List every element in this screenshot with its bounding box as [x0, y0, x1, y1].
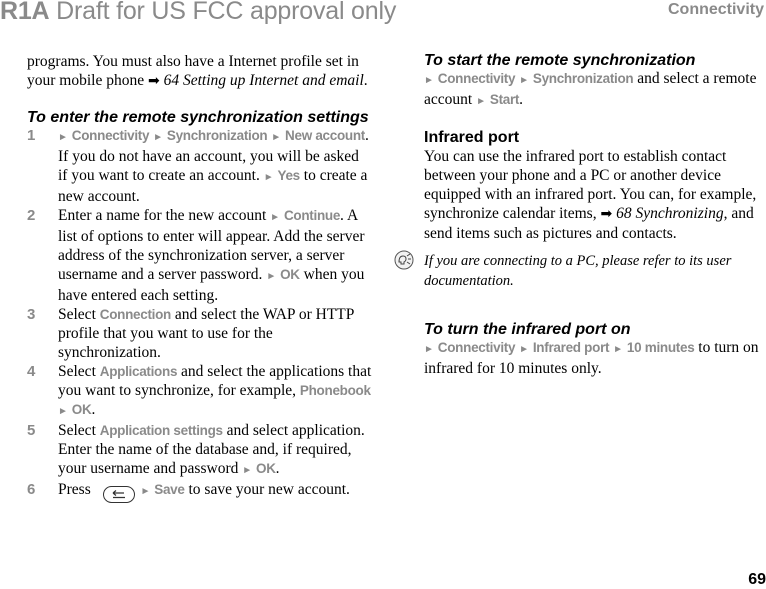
action-label[interactable]: Save — [154, 482, 185, 497]
punctuation: . — [91, 401, 96, 418]
triangle-icon: ► — [476, 96, 486, 107]
triangle-icon: ► — [519, 75, 529, 86]
left-column: programs. You must also have a Internet … — [27, 52, 372, 503]
section-heading-turn-on-infrared: To turn the infrared port on — [424, 321, 631, 338]
punctuation: . — [275, 460, 280, 477]
back-key-icon[interactable] — [102, 486, 135, 503]
triangle-icon: ► — [242, 465, 253, 476]
page-number: 69 — [748, 571, 766, 588]
step-number: 4 — [27, 363, 36, 380]
step-6: 6 Press ► Save to save your new account. — [27, 480, 372, 503]
triangle-icon: ► — [270, 212, 281, 223]
lightbulb-tip-icon — [394, 250, 414, 270]
triangle-icon: ► — [519, 344, 529, 355]
action-label[interactable]: OK — [280, 267, 300, 282]
step-text: Enter a name for the new account — [58, 207, 267, 224]
step-text: Select — [58, 363, 100, 380]
step-text: Press — [58, 481, 91, 498]
cross-reference-link[interactable]: 64 Setting up Internet and email — [164, 72, 364, 89]
steps-list: 1 ► Connectivity ► Synchronization ► New… — [27, 126, 372, 503]
step-4: 4 Select Applications and select the app… — [27, 362, 372, 421]
punctuation: . — [519, 91, 523, 108]
step-number: 1 — [27, 127, 36, 144]
triangle-icon: ► — [58, 132, 68, 143]
menu-item[interactable]: Synchronization — [167, 128, 268, 143]
step-number: 6 — [27, 481, 36, 498]
triangle-icon: ► — [140, 486, 151, 497]
action-label[interactable]: OK — [72, 402, 92, 417]
menu-item[interactable]: Connectivity — [438, 340, 516, 355]
step-number: 2 — [27, 207, 36, 224]
action-label[interactable]: Continue — [284, 208, 340, 223]
step-5: 5 Select Application settings and select… — [27, 421, 372, 480]
triangle-icon: ► — [153, 132, 163, 143]
tip-note: If you are connecting to a PC, please re… — [394, 250, 766, 291]
menu-item[interactable]: Application settings — [100, 423, 223, 438]
triangle-icon: ► — [266, 271, 277, 282]
triangle-icon: ► — [613, 344, 623, 355]
action-label[interactable]: Yes — [278, 168, 301, 183]
triangle-icon: ► — [424, 75, 434, 86]
triangle-icon: ► — [424, 344, 434, 355]
action-label[interactable]: OK — [256, 461, 276, 476]
draft-notice: R1A Draft for US FCC approval only — [0, 0, 396, 26]
step-number: 5 — [27, 422, 36, 439]
section-title: Connectivity — [667, 1, 764, 18]
start-sync-paragraph: ► Connectivity ► Synchronization and sel… — [424, 69, 766, 111]
step-2: 2 Enter a name for the new account ► Con… — [27, 206, 372, 305]
step-text: Select — [58, 306, 100, 323]
triangle-icon: ► — [58, 406, 68, 417]
cross-reference-link[interactable]: 68 Synchronizing — [616, 205, 724, 222]
menu-item[interactable]: Connection — [100, 307, 172, 322]
step-3: 3 Select Connection and select the WAP o… — [27, 305, 372, 362]
arrow-right-icon: ➡ — [600, 207, 613, 222]
menu-item[interactable]: Connectivity — [438, 71, 516, 86]
tip-text: If you are connecting to a PC, please re… — [424, 253, 732, 289]
turn-on-paragraph: ► Connectivity ► Infrared port ► 10 minu… — [424, 338, 766, 378]
triangle-icon: ► — [263, 172, 274, 183]
punctuation: . — [363, 72, 368, 89]
step-text: to save your new account. — [184, 481, 350, 498]
step-1: 1 ► Connectivity ► Synchronization ► New… — [27, 126, 372, 206]
triangle-icon: ► — [271, 132, 282, 143]
action-label[interactable]: Start — [490, 92, 520, 107]
intro-paragraph: programs. You must also have a Internet … — [27, 52, 372, 91]
menu-item[interactable]: Infrared port — [533, 340, 610, 355]
section-heading-start-sync: To start the remote synchronization — [424, 52, 696, 69]
section-heading-enter-settings: To enter the remote synchronization sett… — [27, 109, 369, 126]
menu-item[interactable]: Synchronization — [533, 71, 634, 86]
draft-text: Draft for US FCC approval only — [56, 0, 397, 25]
infrared-paragraph: You can use the infrared port to establi… — [424, 147, 766, 243]
draft-code: R1A — [0, 0, 50, 25]
menu-item[interactable]: New account — [285, 128, 365, 143]
menu-item[interactable]: Connectivity — [72, 128, 150, 143]
menu-item[interactable]: 10 minutes — [627, 340, 695, 355]
menu-item[interactable]: Phonebook — [300, 383, 371, 398]
menu-item[interactable]: Applications — [100, 364, 178, 379]
step-text: Select — [58, 422, 100, 439]
right-column: To start the remote synchronization ► Co… — [394, 52, 766, 378]
arrow-right-icon: ➡ — [147, 74, 160, 89]
step-number: 3 — [27, 306, 36, 323]
section-heading-infrared-port: Infrared port — [424, 129, 520, 146]
